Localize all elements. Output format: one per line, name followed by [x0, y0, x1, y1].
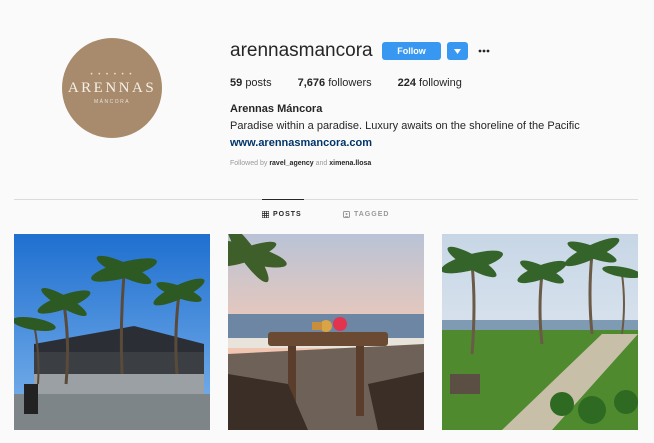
- followed-by-prefix: Followed by: [230, 160, 268, 167]
- posts-count-label: posts: [245, 77, 272, 89]
- profile-bio: Paradise within a paradise. Luxury await…: [230, 120, 580, 132]
- following-count-label: following: [419, 77, 462, 89]
- followed-by-conj: and: [315, 160, 328, 167]
- followers-count-value: 7,676: [297, 77, 326, 89]
- tab-posts-label: POSTS: [273, 211, 302, 218]
- following-link[interactable]: 224 following: [398, 77, 462, 89]
- ellipsis-icon: [478, 49, 490, 53]
- followed-by-user-2[interactable]: ximena.llosa: [329, 160, 371, 167]
- post-thumbnail[interactable]: [228, 234, 424, 430]
- post-thumbnail[interactable]: [14, 234, 210, 430]
- posts-count-value: 59: [230, 77, 243, 89]
- grid-icon: [262, 211, 269, 218]
- tabs-divider: [14, 199, 638, 200]
- posts-count: 59 posts: [230, 77, 272, 89]
- followers-count-label: followers: [328, 77, 372, 89]
- profile-stats: 59 posts 7,676 followers 224 following: [230, 77, 488, 89]
- profile-website-link[interactable]: www.arennasmancora.com: [230, 137, 372, 149]
- following-count-value: 224: [397, 77, 416, 89]
- followers-link[interactable]: 7,676 followers: [298, 77, 372, 89]
- post-thumbnail[interactable]: [442, 234, 638, 430]
- profile-username: arennasmancora: [230, 40, 373, 61]
- tab-tagged[interactable]: TAGGED: [343, 211, 389, 218]
- photo-beach-table-icon: [228, 234, 424, 430]
- avatar-brand-text: ARENNAS: [67, 79, 157, 96]
- caret-down-icon: [454, 48, 461, 54]
- followed-by-text: Followed by ravel_agency and ximena.llos…: [230, 160, 371, 167]
- tag-icon: [343, 211, 350, 218]
- tab-posts[interactable]: POSTS: [262, 211, 302, 218]
- avatar-logo: • • • • • • ARENNAS MÁNCORA: [62, 38, 162, 138]
- more-options-button[interactable]: [478, 40, 490, 56]
- profile-full-name: Arennas Máncora: [230, 103, 323, 115]
- profile-avatar[interactable]: • • • • • • ARENNAS MÁNCORA: [62, 38, 162, 138]
- follow-button[interactable]: Follow: [382, 42, 441, 60]
- active-tab-indicator: [262, 199, 304, 200]
- photo-palm-path-icon: [442, 234, 638, 430]
- avatar-dots: • • • • • •: [90, 71, 134, 78]
- followed-by-user-1[interactable]: ravel_agency: [269, 160, 313, 167]
- tab-tagged-label: TAGGED: [354, 211, 390, 218]
- photo-palm-building-icon: [14, 234, 210, 430]
- suggested-dropdown-button[interactable]: [447, 42, 468, 60]
- avatar-sub-text: MÁNCORA: [93, 98, 131, 105]
